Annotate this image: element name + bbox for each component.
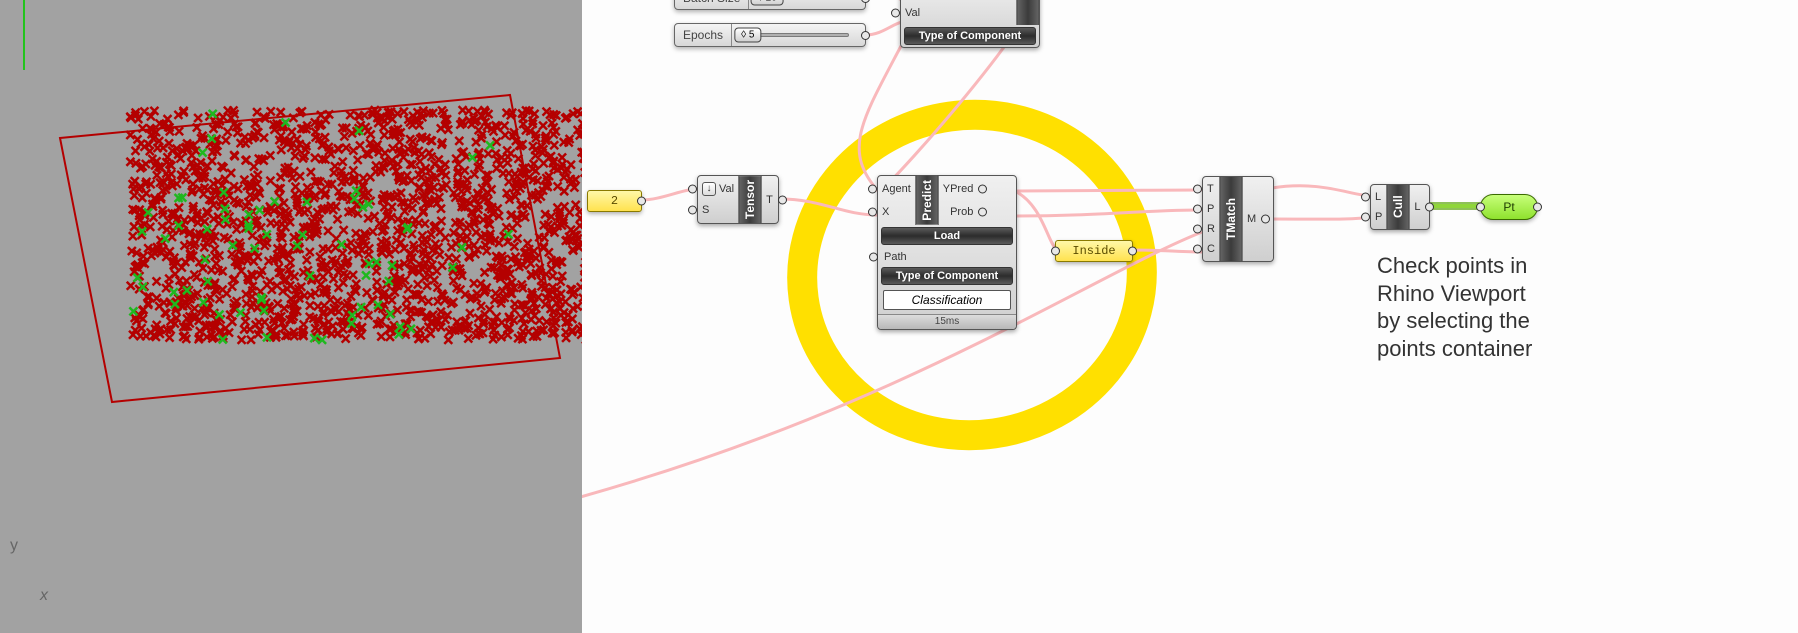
- input-p[interactable]: P: [1375, 207, 1382, 227]
- grasshopper-canvas[interactable]: Batch Size ◊ 20 Epochs ◊ 5 Epochs Val Ty…: [582, 0, 1798, 633]
- predict-component[interactable]: Agent X Predict YPred Prob Load Path Typ…: [877, 175, 1017, 330]
- output-grip[interactable]: [1533, 203, 1542, 212]
- load-button[interactable]: Load: [881, 227, 1013, 245]
- type-label: Type of Component: [881, 267, 1013, 285]
- component-title: Cull: [1387, 185, 1409, 229]
- slider-label: Epochs: [675, 24, 732, 46]
- output-grip[interactable]: [637, 197, 646, 206]
- input-r[interactable]: R: [1207, 219, 1215, 239]
- slider-handle[interactable]: ◊ 5: [734, 28, 761, 43]
- component-title: TMatch: [1220, 177, 1242, 261]
- point-param[interactable]: Pt: [1480, 194, 1538, 220]
- input-s[interactable]: S: [702, 200, 734, 220]
- output-prob[interactable]: Prob: [943, 202, 974, 222]
- input-x[interactable]: X: [882, 202, 911, 222]
- svg-text:x: x: [39, 587, 49, 604]
- point-cloud: [126, 106, 582, 344]
- tensor-component[interactable]: ↓Val S Tensor T: [697, 175, 779, 224]
- input-path[interactable]: [869, 252, 878, 261]
- input-grip[interactable]: [1476, 203, 1485, 212]
- svg-text:y: y: [10, 537, 18, 554]
- timer-label: 15ms: [878, 314, 1016, 329]
- output-grip[interactable]: [861, 0, 870, 3]
- output-l[interactable]: L: [1414, 197, 1420, 217]
- epochs-slider[interactable]: Epochs ◊ 5: [674, 23, 866, 47]
- input-agent[interactable]: Agent: [882, 179, 911, 199]
- component-title: Tensor: [739, 176, 761, 223]
- down-arrow-icon: ↓: [702, 182, 716, 196]
- component-title: Predict: [916, 176, 938, 225]
- output-ypred[interactable]: YPred: [943, 179, 974, 199]
- panel-two[interactable]: 2: [587, 190, 642, 212]
- input-port[interactable]: Val: [905, 3, 1012, 23]
- cull-component[interactable]: L P Cull L: [1370, 184, 1430, 230]
- input-grip[interactable]: [1051, 247, 1060, 256]
- input-p[interactable]: P: [1207, 199, 1215, 219]
- input-val[interactable]: ↓Val: [702, 179, 734, 199]
- output-grip[interactable]: [1128, 247, 1137, 256]
- input-t[interactable]: T: [1207, 179, 1215, 199]
- input-c[interactable]: C: [1207, 239, 1215, 259]
- slider-handle[interactable]: ◊ 20: [751, 0, 784, 6]
- output-m[interactable]: M: [1247, 209, 1256, 229]
- component-title: [1017, 0, 1039, 25]
- classification-input[interactable]: [883, 290, 1011, 310]
- batch-size-slider[interactable]: Batch Size ◊ 20: [674, 0, 866, 10]
- input-l[interactable]: L: [1375, 187, 1382, 207]
- wires: [582, 0, 1798, 633]
- component-footer: Type of Component: [904, 27, 1036, 45]
- annotation-note: Check points in Rhino Viewport by select…: [1377, 252, 1607, 362]
- panel-inside[interactable]: Inside: [1055, 240, 1133, 262]
- tmatch-component[interactable]: T P R C TMatch M: [1202, 176, 1274, 262]
- rhino-viewport[interactable]: y x: [0, 0, 582, 633]
- slider-label: Batch Size: [675, 0, 749, 9]
- output-t[interactable]: T: [766, 190, 773, 210]
- output-grip[interactable]: [861, 31, 870, 40]
- train-component[interactable]: Epochs Val Type of Component: [900, 0, 1040, 48]
